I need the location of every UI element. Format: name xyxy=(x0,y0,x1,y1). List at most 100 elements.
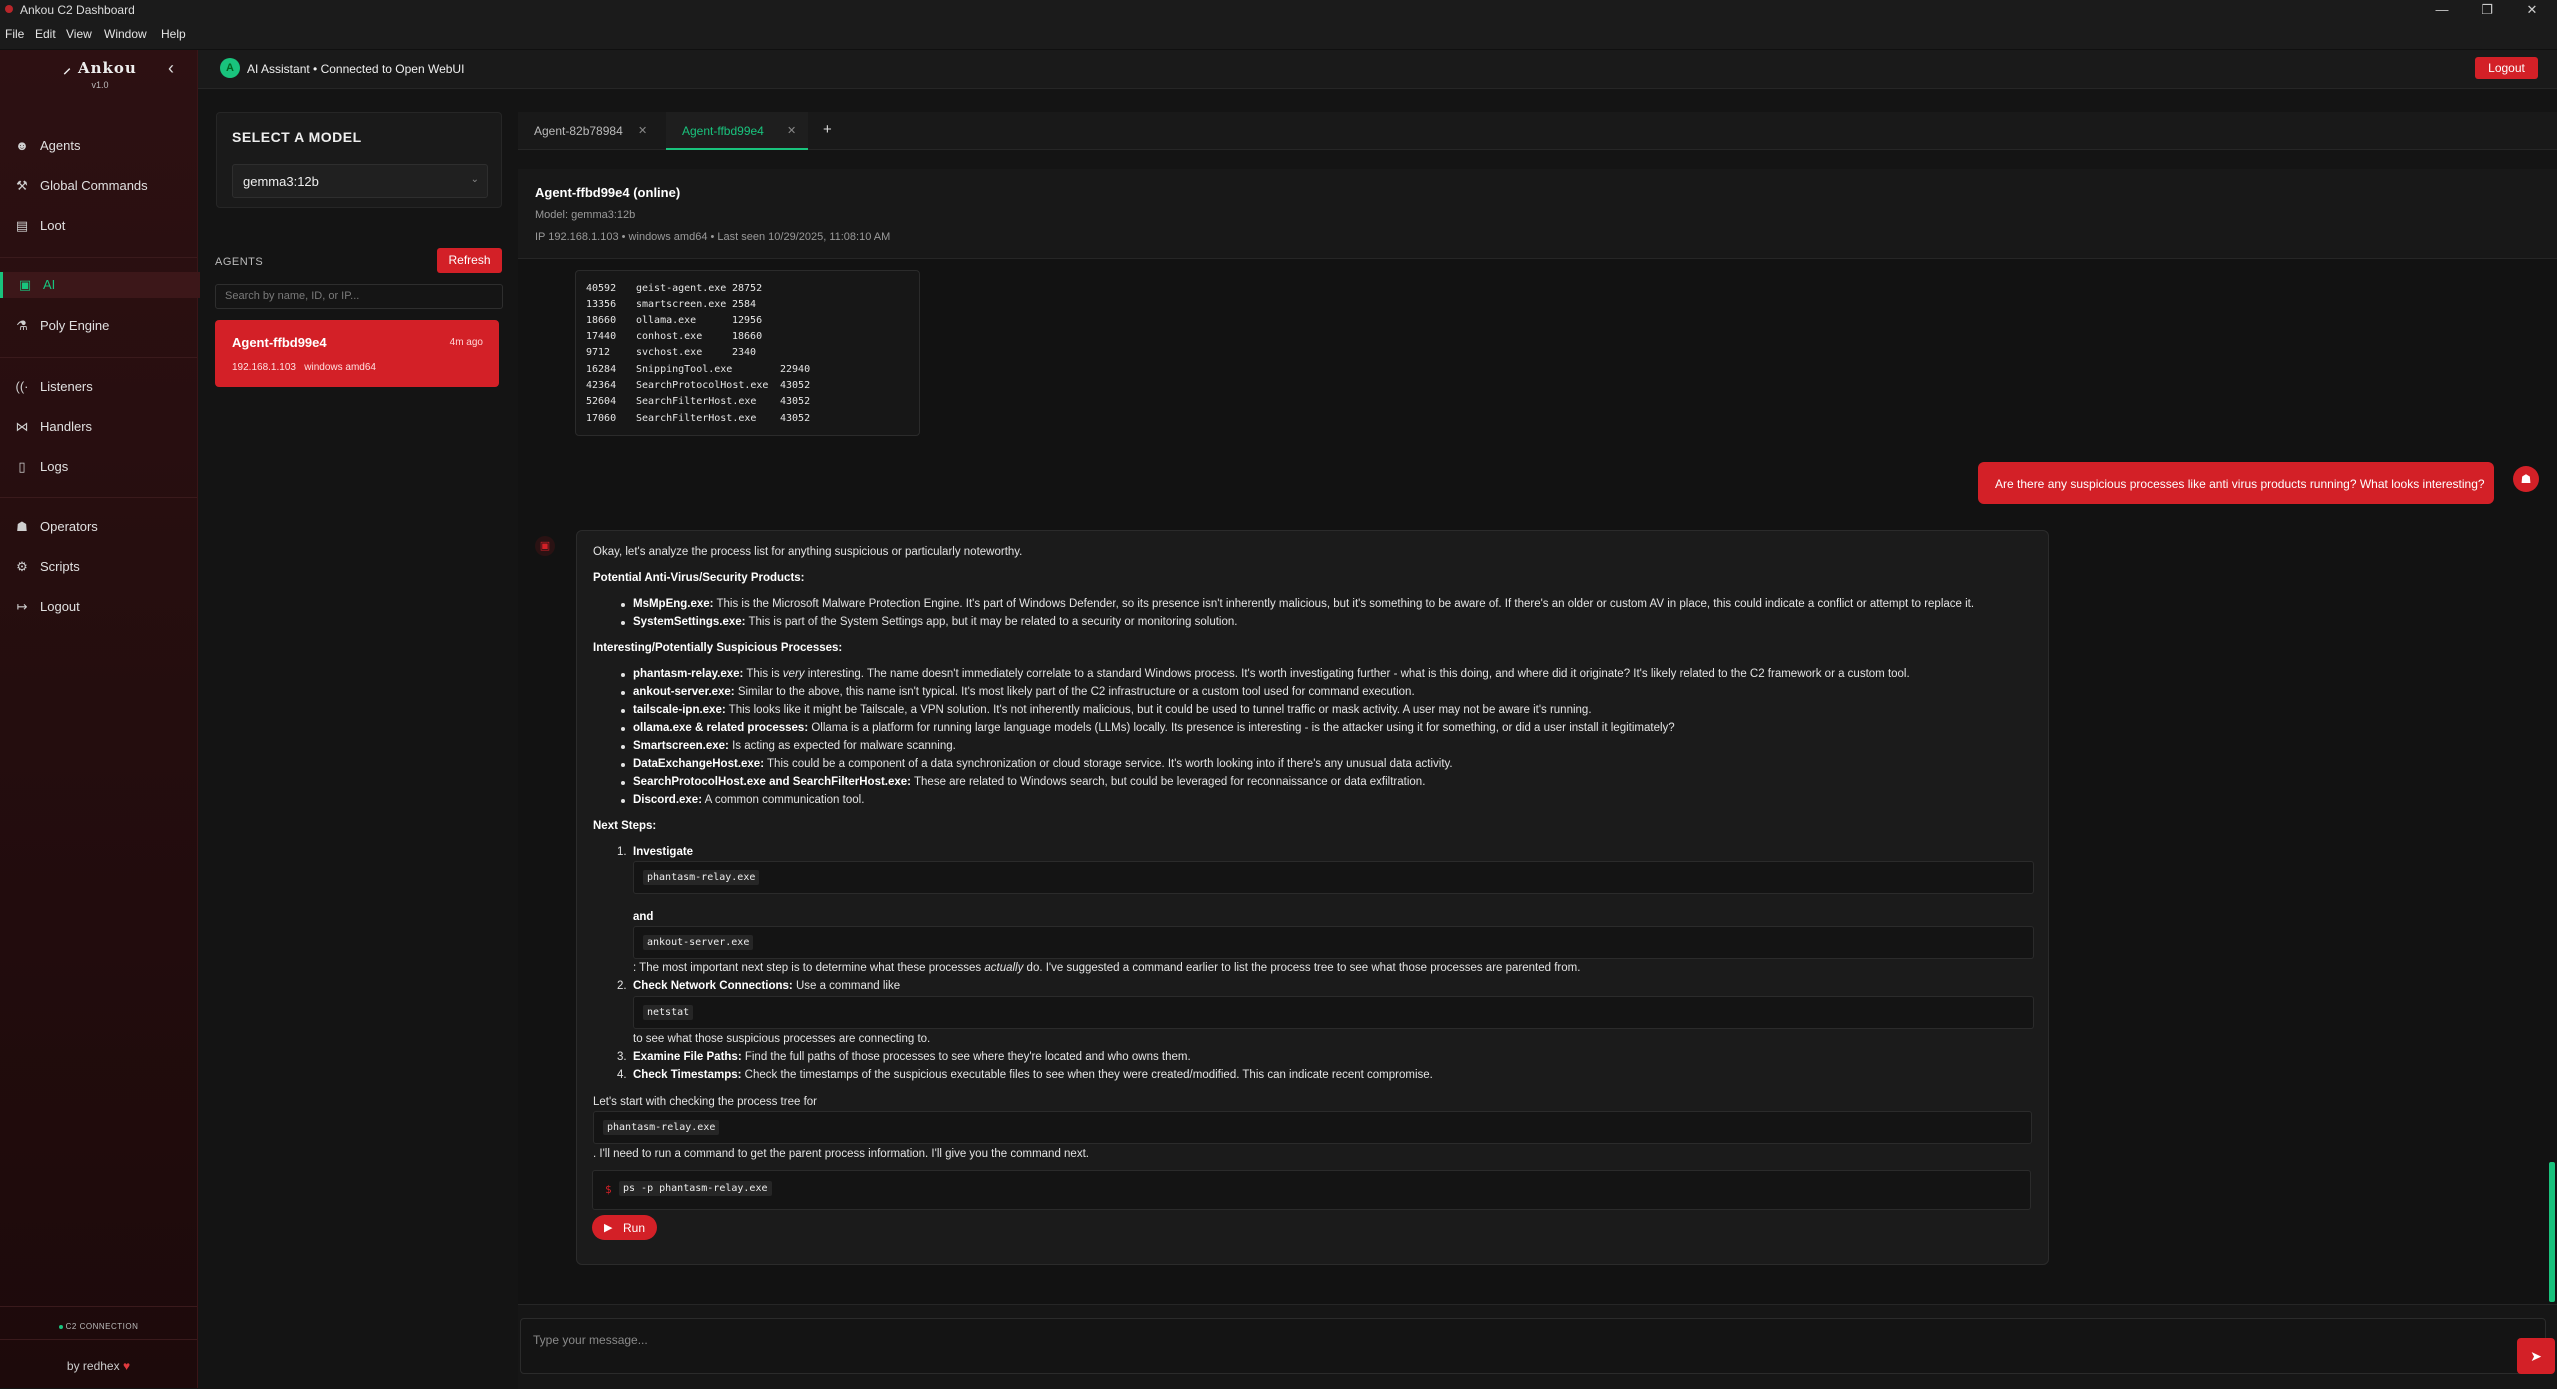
ai-assistant-title: AI Assistant • Connected to Open WebUI xyxy=(247,62,465,76)
send-button[interactable]: ➤ xyxy=(2517,1338,2555,1374)
play-icon: ▶ xyxy=(604,1222,613,1234)
model-select[interactable]: gemma3:12b ⌄ xyxy=(232,164,488,198)
tab-agent-ffbd99e4[interactable]: Agent-ffbd99e4 ✕ xyxy=(666,112,808,150)
model-panel: SELECT A MODEL gemma3:12b ⌄ xyxy=(216,112,502,208)
bullet xyxy=(621,603,625,607)
sidebar-item-scripts[interactable]: ⚙ Scripts xyxy=(0,554,197,580)
agent-header-info: IP 192.168.1.103 • windows amd64 • Last … xyxy=(535,231,891,243)
message-input[interactable]: Type your message... xyxy=(520,1318,2546,1374)
run-button[interactable]: ▶ Run xyxy=(592,1215,657,1240)
close-tab-icon[interactable]: ✕ xyxy=(787,124,796,137)
agents-icon: ☻ xyxy=(15,138,29,153)
logo-text: Ankou xyxy=(77,59,137,77)
command-text: ps -p phantasm-relay.exe xyxy=(619,1181,772,1196)
heart-icon: ♥ xyxy=(122,1359,131,1373)
sidebar-item-label: Scripts xyxy=(40,559,80,574)
sidebar-item-label: Operators xyxy=(40,519,98,534)
maximize-button[interactable]: ❐ xyxy=(2467,0,2507,20)
step2-after: to see what those suspicious processes a… xyxy=(633,1033,931,1045)
next-steps-heading: Next Steps: xyxy=(593,820,657,832)
interesting-item: SearchProtocolHost.exe and SearchFilterH… xyxy=(633,776,1426,788)
step1-text: : The most important next step is to det… xyxy=(633,962,1581,974)
end-text: . I'll need to run a command to get the … xyxy=(593,1148,1089,1160)
sidebar: ⸝ Ankou v1.0 ‹ ☻ Agents ⚒ Global Command… xyxy=(0,50,200,1388)
sidebar-item-label: Loot xyxy=(40,218,66,233)
scripts-icon: ⚙ xyxy=(16,559,28,574)
interesting-item: Smartscreen.exe: Is acting as expected f… xyxy=(633,740,956,752)
sidebar-divider xyxy=(0,357,197,358)
user-message-text: Are there any suspicious processes like … xyxy=(1995,477,2485,491)
handlers-icon: ⋈ xyxy=(15,419,29,434)
chevron-down-icon: ⌄ xyxy=(470,174,479,185)
sidebar-item-handlers[interactable]: ⋈ Handlers xyxy=(0,414,197,440)
menu-file[interactable]: File xyxy=(5,27,24,41)
agent-header-name: Agent-ffbd99e4 (online) xyxy=(535,185,681,200)
bullet xyxy=(621,763,625,767)
ai-icon: ▣ xyxy=(18,277,32,292)
chat-scrollbar[interactable] xyxy=(2549,1162,2555,1302)
sidebar-item-global-commands[interactable]: ⚒ Global Commands xyxy=(0,173,197,199)
av-item: SystemSettings.exe: This is part of the … xyxy=(633,616,1238,628)
menu-view[interactable]: View xyxy=(66,27,92,41)
bullet xyxy=(621,709,625,713)
sidebar-item-operators[interactable]: ☗ Operators xyxy=(0,514,197,540)
close-tab-icon[interactable]: ✕ xyxy=(638,124,647,137)
command-block: $ ps -p phantasm-relay.exe xyxy=(592,1170,2031,1210)
minimize-button[interactable]: — xyxy=(2422,0,2462,20)
menu-window[interactable]: Window xyxy=(104,27,147,41)
bullet xyxy=(621,781,625,785)
step1-and: and xyxy=(633,911,654,923)
refresh-button[interactable]: Refresh xyxy=(437,248,502,273)
agent-header: Agent-ffbd99e4 (online) Model: gemma3:12… xyxy=(518,169,2557,259)
av-item: MsMpEng.exe: This is the Microsoft Malwa… xyxy=(633,598,1975,610)
tab-agent-82b78984[interactable]: Agent-82b78984 ✕ xyxy=(518,112,661,148)
code-block: phantasm-relay.exe xyxy=(633,861,2034,894)
app-icon xyxy=(5,5,13,13)
poly-icon: ⚗ xyxy=(16,318,28,333)
menu-edit[interactable]: Edit xyxy=(35,27,56,41)
collapse-sidebar-icon[interactable]: ‹ xyxy=(168,58,174,79)
send-icon: ➤ xyxy=(2530,1348,2542,1364)
step1-title: Investigate xyxy=(633,846,694,858)
start-text: Let's start with checking the process tr… xyxy=(593,1096,817,1108)
agent-search-placeholder: Search by name, ID, or IP... xyxy=(225,290,360,302)
sidebar-item-ai[interactable]: ▣ AI xyxy=(0,272,200,298)
agent-card[interactable]: Agent-ffbd99e4 4m ago 192.168.1.103 wind… xyxy=(215,320,499,387)
globe-icon: ⚒ xyxy=(16,178,28,193)
menu-bar: File Edit View Window Help xyxy=(0,20,2557,50)
step-number: 1. xyxy=(617,846,627,858)
sidebar-divider xyxy=(0,257,197,258)
sidebar-item-label: AI xyxy=(43,277,56,292)
sidebar-item-logout[interactable]: ↦ Logout xyxy=(0,594,197,620)
logout-button[interactable]: Logout xyxy=(2475,57,2538,79)
message-input-placeholder: Type your message... xyxy=(533,1333,648,1347)
c2-connection-label: C2 CONNECTION xyxy=(65,1322,139,1331)
menu-help[interactable]: Help xyxy=(161,27,186,41)
close-button[interactable]: ✕ xyxy=(2512,0,2552,20)
sidebar-item-loot[interactable]: ▤ Loot xyxy=(0,213,197,239)
sidebar-item-logs[interactable]: ▯ Logs xyxy=(0,454,197,480)
model-panel-heading: SELECT A MODEL xyxy=(232,129,362,145)
sidebar-item-listeners[interactable]: ((· Listeners xyxy=(0,374,197,400)
add-tab-button[interactable]: + xyxy=(813,112,843,148)
agent-card-meta: 192.168.1.103 windows amd64 xyxy=(232,362,376,373)
prompt-symbol: $ xyxy=(605,1183,612,1196)
step2-text: Check Network Connections: Use a command… xyxy=(633,980,901,992)
user-message: Are there any suspicious processes like … xyxy=(1978,462,2494,504)
sidebar-item-label: Listeners xyxy=(40,379,93,394)
sidebar-divider xyxy=(0,1339,197,1340)
av-heading: Potential Anti-Virus/Security Products: xyxy=(593,572,805,584)
sidebar-item-label: Handlers xyxy=(40,419,93,434)
sidebar-divider xyxy=(0,1306,197,1307)
window-titlebar: Ankou C2 Dashboard — ❐ ✕ xyxy=(0,0,2557,20)
sidebar-item-label: Agents xyxy=(40,138,81,153)
step-number: 2. xyxy=(617,980,627,992)
interesting-heading: Interesting/Potentially Suspicious Proce… xyxy=(593,642,843,654)
sidebar-item-agents[interactable]: ☻ Agents xyxy=(0,133,197,159)
sidebar-item-poly-engine[interactable]: ⚗ Poly Engine xyxy=(0,313,197,339)
tab-label: Agent-ffbd99e4 xyxy=(682,124,764,138)
code-block: ankout-server.exe xyxy=(633,926,2034,959)
agent-search-input[interactable]: Search by name, ID, or IP... xyxy=(215,284,503,309)
logs-icon: ▯ xyxy=(18,459,26,474)
sidebar-divider xyxy=(0,497,197,498)
